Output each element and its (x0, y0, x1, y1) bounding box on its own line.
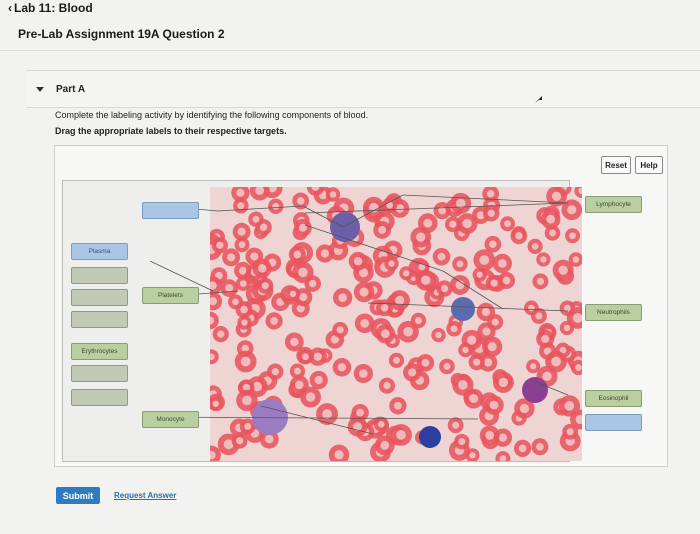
page-title: Pre-Lab Assignment 19A Question 2 (18, 27, 225, 41)
drop-target-1[interactable] (142, 202, 199, 219)
label-eosinophil[interactable]: Eosinophil (585, 390, 642, 407)
red-blood-cell-center (572, 256, 580, 263)
submit-button[interactable]: Submit (56, 487, 100, 504)
header-divider (0, 50, 700, 51)
label-erythrocytes[interactable]: Erythrocytes (71, 343, 128, 360)
part-label: Part A (56, 83, 86, 95)
drop-target-7[interactable] (585, 414, 642, 431)
back-to-lab-link[interactable]: ‹ Lab 11: Blood (8, 1, 93, 15)
drop-target-2[interactable] (71, 267, 128, 284)
instruction-text: Complete the labeling activity by identi… (55, 110, 369, 120)
leader-lines (149, 194, 569, 435)
reset-button[interactable]: Reset (601, 156, 631, 174)
label-plasma[interactable]: Plasma (71, 243, 128, 260)
red-blood-cell-center (575, 364, 582, 371)
collapse-caret-icon[interactable] (36, 86, 44, 92)
drag-instruction-text: Drag the appropriate labels to their res… (55, 126, 287, 136)
back-link-label: Lab 11: Blood (14, 1, 93, 15)
labeling-diagram: Plasma Erythrocytes Platelets Monocyte (62, 180, 582, 462)
drop-target-6[interactable] (71, 389, 128, 406)
label-lymphocyte[interactable]: Lymphocyte (585, 196, 642, 213)
request-answer-link[interactable]: Request Answer (114, 491, 176, 500)
mouse-cursor-icon (535, 96, 542, 103)
drop-target-3[interactable] (71, 289, 128, 306)
part-a-header[interactable]: Part A (26, 70, 700, 108)
label-platelets[interactable]: Platelets (142, 287, 199, 304)
help-button[interactable]: Help (635, 156, 663, 174)
drop-target-4[interactable] (71, 311, 128, 328)
labeling-workspace: Reset Help Plasma Erythrocytes Platelets… (54, 145, 668, 467)
label-monocyte[interactable]: Monocyte (142, 411, 199, 428)
label-neutrophils[interactable]: Neutrophils (585, 304, 642, 321)
chevron-left-icon: ‹ (8, 1, 12, 15)
drop-target-5[interactable] (71, 365, 128, 382)
